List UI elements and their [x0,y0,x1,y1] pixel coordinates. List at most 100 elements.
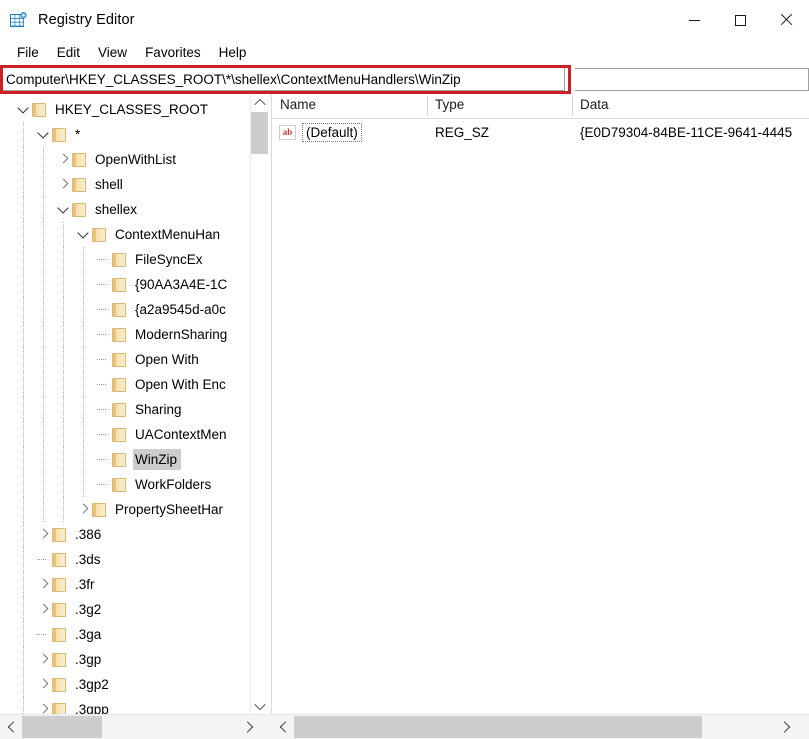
close-icon [779,13,793,27]
tree-item-386[interactable]: .386 [0,522,251,547]
minimize-button[interactable] [671,0,717,40]
tree-item-modernsharing[interactable]: ModernSharing [0,322,251,347]
tree-item-90aa3a4e-1c[interactable]: {90AA3A4E-1C [0,272,251,297]
tree-guide-line [23,297,24,322]
tree-item-label: OpenWithList [95,152,177,167]
tree-guide-line [43,397,44,422]
tree-item-contextmenuhan[interactable]: ContextMenuHan [0,222,251,247]
menu-item-file[interactable]: File [8,43,48,62]
column-header-data[interactable]: Data [572,94,809,118]
tree-item-filesyncex[interactable]: FileSyncEx [0,247,251,272]
chevron-right-icon[interactable] [36,697,52,714]
tree-item-a2a9545d-a0c[interactable]: {a2a9545d-a0c [0,297,251,322]
chevron-right-icon[interactable] [36,572,52,597]
tree-item-shellex[interactable]: shellex [0,197,251,222]
registry-tree-scroll-area: HKEY_CLASSES_ROOT * OpenWithList shell shell… [0,94,251,714]
folder-icon [52,627,67,643]
tree-guide-line [63,422,64,447]
tree-item-label: UAContextMen [135,427,227,442]
tree-item-open-with[interactable]: Open With [0,347,251,372]
tree-item-open-with-enc[interactable]: Open With Enc [0,372,251,397]
tree-item-label: .386 [75,527,102,542]
tree-guide-line [23,472,24,497]
chevron-right-icon[interactable] [36,597,52,622]
tree-leaf-marker [36,547,52,572]
tree-horizontal-scrollbar[interactable] [0,714,272,739]
column-header-type[interactable]: Type [427,94,572,118]
chevron-right-icon[interactable] [56,147,72,172]
list-horizontal-scrollbar[interactable] [272,714,809,739]
tree-vertical-scrollbar[interactable] [250,94,268,714]
tree-item-sharing[interactable]: Sharing [0,397,251,422]
tree-item-openwithlist[interactable]: OpenWithList [0,147,251,172]
tree-item-label: HKEY_CLASSES_ROOT [55,102,209,117]
close-button[interactable] [763,0,809,40]
tree-scroll-right-button[interactable] [239,715,258,739]
tree-guide-line [43,272,44,297]
chevron-down-icon[interactable] [76,222,92,247]
tree-guide-line [23,322,24,347]
tree-item-hkey-classes-root[interactable]: HKEY_CLASSES_ROOT [0,97,251,122]
tree-guide-line [43,322,44,347]
tree-item-label: ModernSharing [135,327,228,342]
tree-scroll-down-button[interactable] [251,697,268,714]
tree-item-propertysheethar[interactable]: PropertySheetHar [0,497,251,522]
folder-icon [72,177,87,193]
chevron-right-icon[interactable] [56,172,72,197]
tree-item-3gpp[interactable]: .3gpp [0,697,251,714]
menu-item-edit[interactable]: Edit [48,43,89,62]
tree-guide-line [63,297,64,322]
tree-guide-line [23,197,24,222]
list-scroll-right-button[interactable] [776,715,795,739]
tree-item-3gp2[interactable]: .3gp2 [0,672,251,697]
tree-guide-line [83,372,84,397]
tree-item-3fr[interactable]: .3fr [0,572,251,597]
folder-icon [92,502,107,518]
chevron-down-icon[interactable] [56,197,72,222]
tree-leaf-marker [36,622,52,647]
tree-item-winzip[interactable]: WinZip [0,447,251,472]
tree-guide-line [63,372,64,397]
tree-item-3g2[interactable]: .3g2 [0,597,251,622]
chevron-right-icon[interactable] [36,672,52,697]
chevron-down-icon[interactable] [16,97,32,122]
chevron-down-icon [253,698,266,710]
tree-guide-line [43,247,44,272]
list-horizontal-scrollbar-thumb[interactable] [294,716,702,738]
registry-values-panel: Name Type Data ab (Default) REG_SZ {E0D7… [272,94,809,739]
tree-scroll-up-button[interactable] [251,94,268,111]
tree-item-3gp[interactable]: .3gp [0,647,251,672]
folder-icon [72,152,87,168]
tree-vertical-scrollbar-thumb[interactable] [251,112,268,154]
tree-guide-line [23,647,24,672]
tree-item-3ga[interactable]: .3ga [0,622,251,647]
menu-item-help[interactable]: Help [210,43,256,62]
tree-horizontal-scrollbar-thumb[interactable] [22,716,102,738]
menu-item-favorites[interactable]: Favorites [136,43,210,62]
chevron-right-icon[interactable] [36,522,52,547]
table-row[interactable]: ab (Default) REG_SZ {E0D79304-84BE-11CE-… [272,119,809,145]
column-header-name[interactable]: Name [272,94,427,118]
tree-item-uacontextmen[interactable]: UAContextMen [0,422,251,447]
window-title: Registry Editor [38,12,135,28]
tree-item-[interactable]: * [0,122,251,147]
list-scroll-left-button[interactable] [274,715,293,739]
registry-path-input[interactable]: Computer\HKEY_CLASSES_ROOT\*\shellex\Con… [2,67,565,91]
chevron-right-icon[interactable] [76,497,92,522]
tree-leaf-marker [96,372,112,397]
chevron-down-icon[interactable] [36,122,52,147]
tree-item-workfolders[interactable]: WorkFolders [0,472,251,497]
tree-item-label: FileSyncEx [135,252,203,267]
tree-scroll-left-button[interactable] [2,715,21,739]
tree-item-shell[interactable]: shell [0,172,251,197]
tree-item-label: Sharing [135,402,182,417]
maximize-button[interactable] [717,0,763,40]
menu-item-view[interactable]: View [89,43,136,62]
registry-tree: HKEY_CLASSES_ROOT * OpenWithList shell shell… [0,94,251,714]
tree-item-3ds[interactable]: .3ds [0,547,251,572]
tree-guide-line [23,572,24,597]
chevron-right-icon[interactable] [36,647,52,672]
tree-item-label: {a2a9545d-a0c [135,302,226,317]
tree-leaf-marker [96,422,112,447]
folder-icon [72,202,87,218]
